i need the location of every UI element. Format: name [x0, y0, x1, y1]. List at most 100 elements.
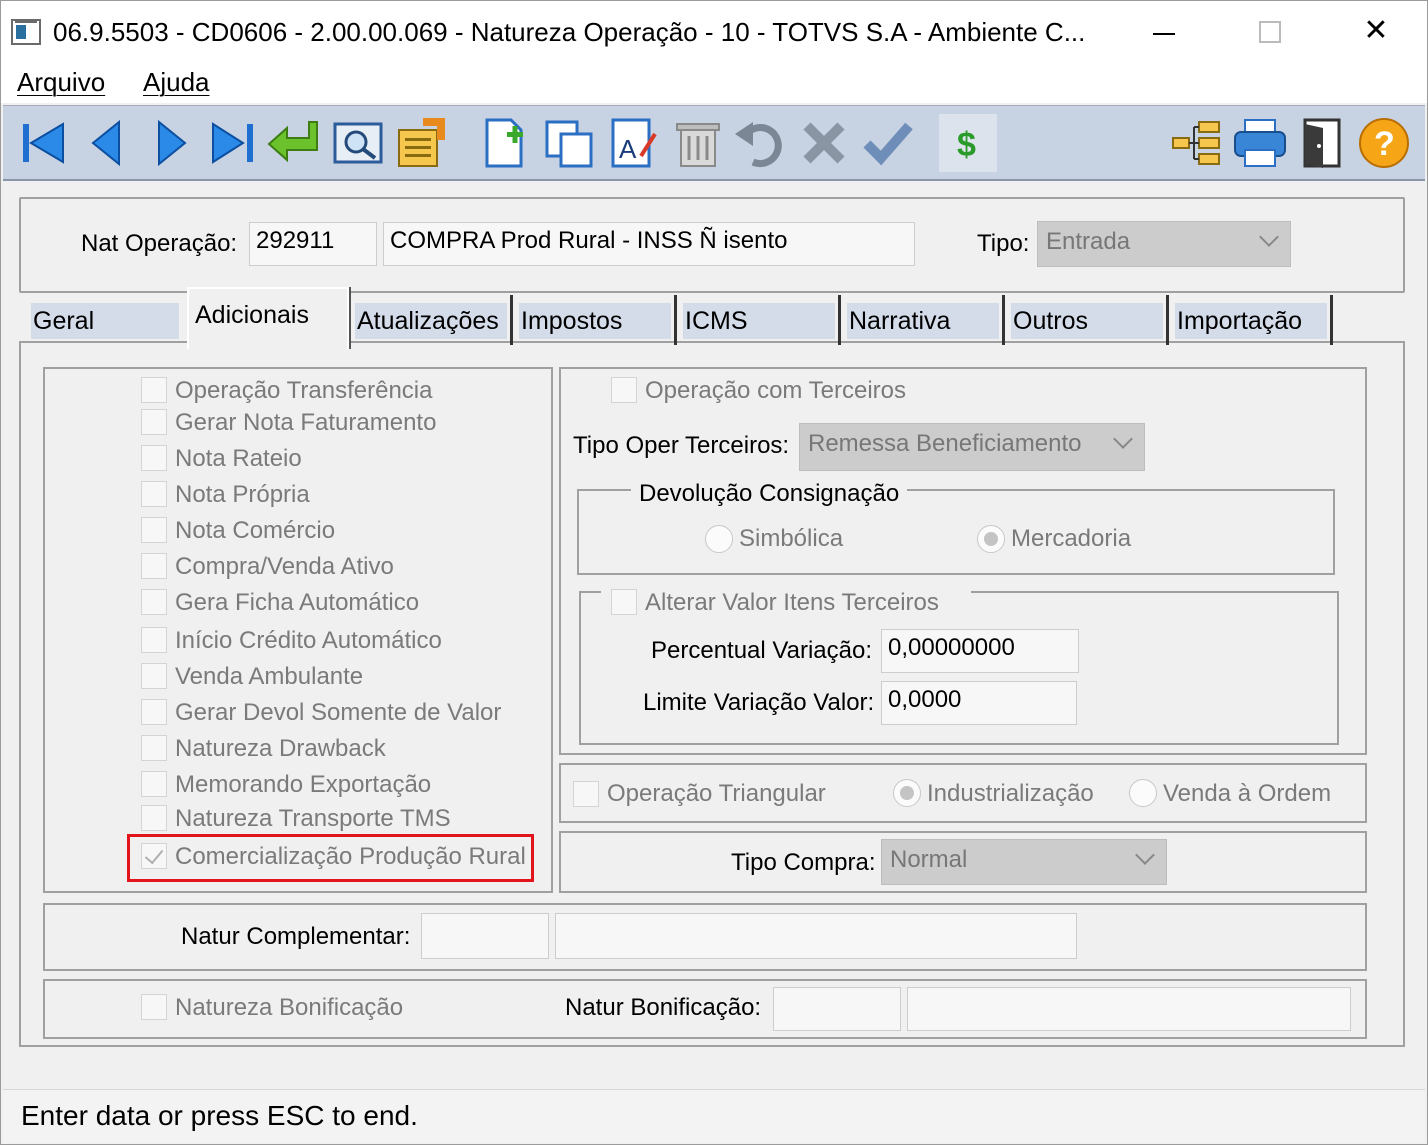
checkbox-inicio-credito-automatico[interactable]	[141, 627, 167, 653]
operacao-triangular-label: Operação Triangular	[607, 780, 826, 807]
checkbox-nota-rateio[interactable]	[141, 445, 167, 471]
last-icon[interactable]	[203, 114, 261, 172]
natureza-bonificacao-label: Natureza Bonificação	[175, 994, 404, 1021]
natur-bonificacao-desc-field[interactable]	[907, 987, 1351, 1031]
print-icon[interactable]	[1231, 114, 1289, 172]
exit-icon[interactable]	[1293, 114, 1351, 172]
checkbox-label: Gerar Nota Faturamento	[175, 409, 437, 436]
edit-icon[interactable]: A	[605, 114, 663, 172]
tipo-label: Tipo:	[977, 230, 1030, 257]
tipo-select[interactable]: Entrada	[1037, 221, 1291, 267]
tab-importacao[interactable]: Importação	[1171, 295, 1333, 345]
tab-importacao-label: Importação	[1177, 307, 1303, 335]
limite-variacao-label: Limite Variação Valor:	[643, 689, 875, 716]
minimize-button[interactable]	[1129, 9, 1199, 55]
radio-simbolica[interactable]	[705, 525, 733, 553]
checkbox-label: Gerar Devol Somente de Valor	[175, 699, 502, 726]
search-icon[interactable]	[329, 114, 387, 172]
tab-narrativa-label: Narrativa	[849, 307, 951, 335]
menu-arquivo[interactable]: Arquivo	[17, 67, 105, 98]
tab-icms-label: ICMS	[685, 307, 748, 335]
tab-outros-label: Outros	[1013, 307, 1089, 335]
list-icon[interactable]	[393, 114, 451, 172]
minimize-icon	[1153, 33, 1175, 35]
checkbox-gerar-devol-somente-valor[interactable]	[141, 699, 167, 725]
natur-complementar-code-field[interactable]	[421, 913, 549, 959]
tab-impostos[interactable]: Impostos	[515, 295, 677, 345]
tab-geral[interactable]: Geral	[27, 295, 185, 345]
title-bar: 06.9.5503 - CD0606 - 2.00.00.069 - Natur…	[1, 1, 1427, 63]
svg-text:A: A	[619, 134, 637, 164]
status-text: Enter data or press ESC to end.	[21, 1100, 418, 1131]
menu-ajuda[interactable]: Ajuda	[143, 67, 210, 98]
undo-icon[interactable]	[731, 114, 789, 172]
percentual-variacao-label: Percentual Variação:	[651, 637, 873, 664]
tree-icon[interactable]	[1167, 114, 1225, 172]
previous-icon[interactable]	[79, 114, 137, 172]
checkbox-venda-ambulante[interactable]	[141, 663, 167, 689]
close-button[interactable]: ✕	[1341, 9, 1411, 55]
checkbox-gerar-nota-faturamento[interactable]	[141, 409, 167, 435]
cancel-icon[interactable]	[795, 114, 853, 172]
help-icon[interactable]: ?	[1355, 114, 1413, 172]
checkbox-natureza-drawback[interactable]	[141, 735, 167, 761]
maximize-button[interactable]	[1233, 9, 1303, 55]
radio-mercadoria[interactable]	[977, 525, 1005, 553]
checkbox-operacao-transferencia[interactable]	[141, 377, 167, 403]
checkbox-operacao-triangular[interactable]	[573, 781, 599, 807]
alterar-valor-label: Alterar Valor Itens Terceiros	[645, 589, 939, 616]
checkbox-label: Nota Comércio	[175, 517, 336, 544]
tab-geral-label: Geral	[33, 307, 95, 335]
checkbox-operacao-terceiros[interactable]	[611, 377, 637, 403]
limite-variacao-field[interactable]: 0,0000	[881, 681, 1077, 725]
nat-operacao-desc-field[interactable]: COMPRA Prod Rural - INSS Ñ isento	[383, 222, 915, 266]
copy-icon[interactable]	[541, 114, 599, 172]
nat-operacao-label: Nat Operação:	[81, 230, 238, 257]
percentual-variacao-field[interactable]: 0,00000000	[881, 629, 1079, 673]
nat-operacao-code-field[interactable]: 292911	[249, 222, 377, 266]
checkbox-nota-propria[interactable]	[141, 481, 167, 507]
natur-complementar-desc-field[interactable]	[555, 913, 1077, 959]
tipo-oper-terceiros-select[interactable]: Remessa Beneficiamento	[799, 423, 1145, 471]
checkbox-label: Gera Ficha Automático	[175, 589, 420, 616]
checkbox-natureza-transporte-tms[interactable]	[141, 805, 167, 831]
checkbox-label: Compra/Venda Ativo	[175, 553, 394, 580]
tipo-oper-terceiros-value: Remessa Beneficiamento	[808, 430, 1082, 457]
tab-atualizacoes[interactable]: Atualizações	[351, 295, 513, 345]
checkbox-label: Natureza Drawback	[175, 735, 386, 762]
tipo-select-value: Entrada	[1046, 228, 1131, 255]
natur-complementar-label: Natur Complementar:	[181, 923, 411, 950]
tab-atualizacoes-label: Atualizações	[357, 307, 499, 335]
checkbox-memorando-exportacao[interactable]	[141, 771, 167, 797]
radio-venda-ordem[interactable]	[1129, 779, 1157, 807]
tab-adicionais[interactable]: Adicionais	[187, 287, 349, 349]
checkbox-gera-ficha-automatico[interactable]	[141, 589, 167, 615]
next-icon[interactable]	[141, 114, 199, 172]
natur-bonificacao-label: Natur Bonificação:	[565, 994, 762, 1021]
natur-bonificacao-code-field[interactable]	[773, 987, 901, 1031]
checkbox-compra-venda-ativo[interactable]	[141, 553, 167, 579]
chevron-down-icon	[1135, 845, 1155, 865]
help-symbol: ?	[1374, 125, 1395, 163]
tab-icms[interactable]: ICMS	[679, 295, 841, 345]
save-icon[interactable]	[859, 114, 917, 172]
checkbox-natureza-bonificacao[interactable]	[141, 994, 167, 1020]
checkbox-nota-comercio[interactable]	[141, 517, 167, 543]
tab-narrativa[interactable]: Narrativa	[843, 295, 1005, 345]
app-icon	[11, 19, 41, 45]
currency-icon[interactable]: $	[939, 114, 997, 172]
tab-outros[interactable]: Outros	[1007, 295, 1169, 345]
first-icon[interactable]	[17, 114, 75, 172]
checkbox-alterar-valor-itens[interactable]	[611, 589, 637, 615]
checkbox-label: Nota Própria	[175, 481, 310, 508]
radio-industrializacao[interactable]	[893, 779, 921, 807]
checkbox-label: Natureza Transporte TMS	[175, 805, 451, 832]
tab-impostos-label: Impostos	[521, 307, 623, 335]
goto-icon[interactable]	[265, 114, 323, 172]
add-icon[interactable]	[477, 114, 535, 172]
checkbox-label: Nota Rateio	[175, 445, 302, 472]
operacao-terceiros-label: Operação com Terceiros	[645, 377, 906, 404]
checkbox-label: Operação Transferência	[175, 377, 433, 404]
tipo-compra-select[interactable]: Normal	[881, 839, 1167, 885]
delete-icon[interactable]	[669, 114, 727, 172]
